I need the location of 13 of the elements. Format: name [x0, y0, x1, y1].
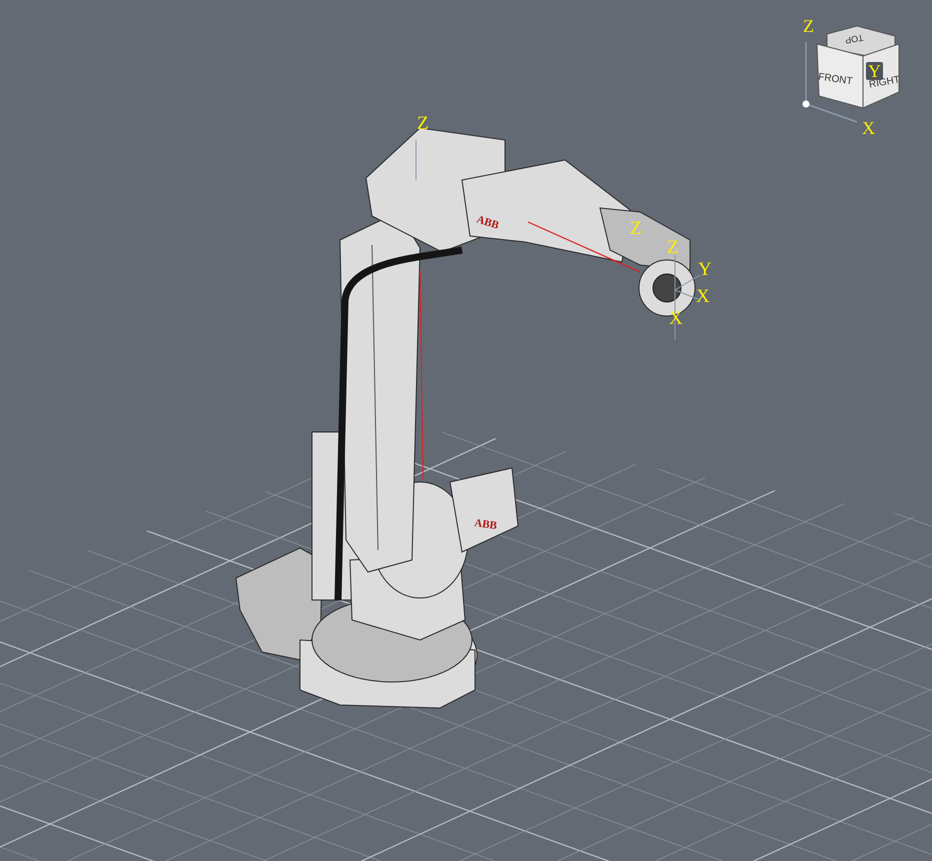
axis-label: Z [417, 114, 429, 133]
logo-text: ABB [474, 517, 498, 532]
axis-label: Z [630, 219, 642, 238]
axis-label: X [862, 119, 875, 137]
axis-label: Y [866, 62, 883, 80]
axis-label: X [669, 309, 683, 328]
cube-face-label[interactable]: FRONT [817, 72, 853, 88]
axis-label: Y [698, 260, 712, 279]
axis-label: X [696, 287, 710, 306]
logo-text: ABB [475, 213, 500, 232]
axis-label: Z [667, 238, 679, 257]
axis-label: Z [803, 17, 814, 35]
cube-face-label[interactable]: TOP [844, 32, 864, 45]
